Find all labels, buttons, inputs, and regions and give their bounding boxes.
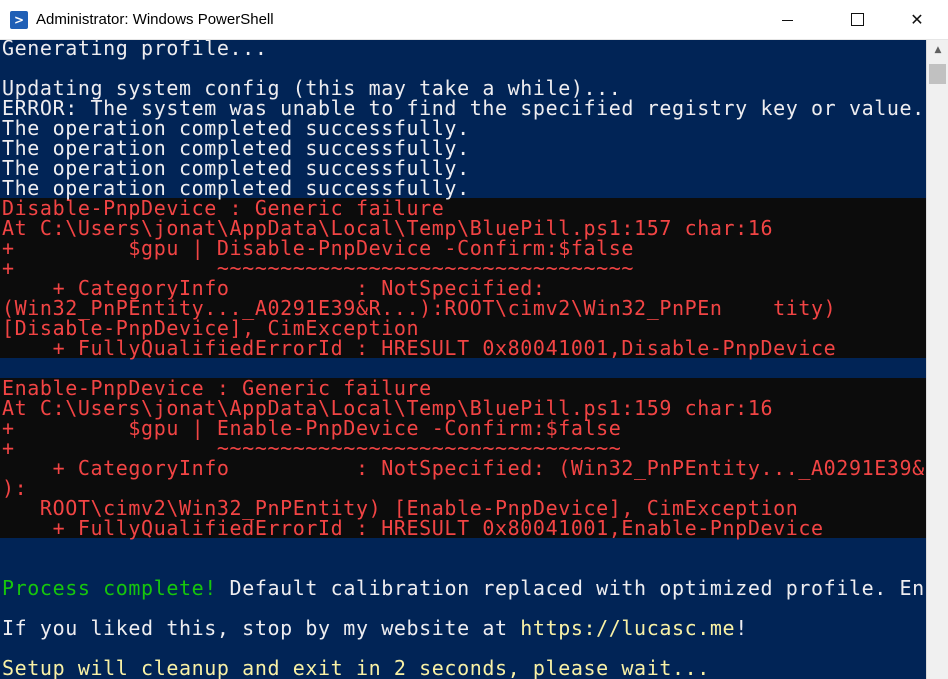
error-line: Disable-PnpDevice : Generic failure: [0, 198, 926, 218]
vertical-scrollbar[interactable]: ▲: [926, 40, 948, 679]
error-line: + $gpu | Disable-PnpDevice -Confirm:$fal…: [0, 238, 926, 258]
title-bar[interactable]: > Administrator: Windows PowerShell ✕: [0, 0, 948, 40]
scroll-up-icon[interactable]: ▲: [927, 40, 948, 60]
website-suffix: !: [735, 616, 748, 640]
process-complete-line: Process complete! Default calibration re…: [0, 578, 926, 598]
minimize-icon: [781, 20, 793, 21]
console-line: The operation completed successfully.: [2, 176, 470, 200]
error-line: Enable-PnpDevice : Generic failure: [0, 378, 926, 398]
error-line: ROOT\cimv2\Win32_PnPEntity) [Enable-PnpD…: [0, 498, 926, 518]
website-link[interactable]: https://lucasc.me: [520, 616, 735, 640]
close-button[interactable]: ✕: [894, 0, 940, 39]
error-line: + $gpu | Enable-PnpDevice -Confirm:$fals…: [0, 418, 926, 438]
window-title: Administrator: Windows PowerShell: [36, 11, 274, 28]
website-prefix: If you liked this, stop by my website at: [2, 616, 521, 640]
console-line: ERROR: The system was unable to find the…: [2, 96, 925, 120]
maximize-button[interactable]: [834, 0, 880, 39]
console-output[interactable]: Generating profile... Updating system co…: [0, 40, 926, 679]
error-line: (Win32_PnPEntity..._A0291E39&R...):ROOT\…: [0, 298, 926, 318]
exit-line: Setup will cleanup and exit in 2 seconds…: [0, 658, 926, 678]
powershell-icon: >: [10, 11, 28, 29]
error-line: + ~~~~~~~~~~~~~~~~~~~~~~~~~~~~~~~~~: [0, 258, 926, 278]
close-icon: ✕: [910, 10, 924, 29]
error-line: [Disable-PnpDevice], CimException: [0, 318, 926, 338]
process-complete-message: Default calibration replaced with optimi…: [216, 576, 926, 600]
scroll-thumb[interactable]: [929, 64, 946, 84]
console-line: Generating profile...: [2, 40, 268, 60]
error-line: + FullyQualifiedErrorId : HRESULT 0x8004…: [0, 518, 926, 538]
console-line: The operation completed successfully.: [2, 116, 470, 140]
website-line: If you liked this, stop by my website at…: [0, 618, 926, 638]
error-line: ):: [0, 478, 926, 498]
console-line: The operation completed successfully.: [2, 156, 470, 180]
error-line: + CategoryInfo : NotSpecified: (Win32_Pn…: [0, 456, 926, 480]
powershell-window: > Administrator: Windows PowerShell ✕ Ge…: [0, 0, 948, 679]
error-line: + CategoryInfo : NotSpecified:: [0, 278, 926, 298]
maximize-icon: [850, 13, 864, 26]
console-line: The operation completed successfully.: [2, 136, 470, 160]
error-line: At C:\Users\jonat\AppData\Local\Temp\Blu…: [0, 398, 926, 418]
error-line: + ~~~~~~~~~~~~~~~~~~~~~~~~~~~~~~~~: [0, 438, 926, 458]
process-complete-label: Process complete!: [2, 576, 217, 600]
minimize-button[interactable]: [764, 0, 810, 39]
console-line: Updating system config (this may take a …: [2, 76, 622, 100]
exit-message: Setup will cleanup and exit in 2 seconds…: [2, 656, 710, 679]
error-line: At C:\Users\jonat\AppData\Local\Temp\Blu…: [0, 218, 926, 238]
error-line: + FullyQualifiedErrorId : HRESULT 0x8004…: [0, 338, 926, 358]
